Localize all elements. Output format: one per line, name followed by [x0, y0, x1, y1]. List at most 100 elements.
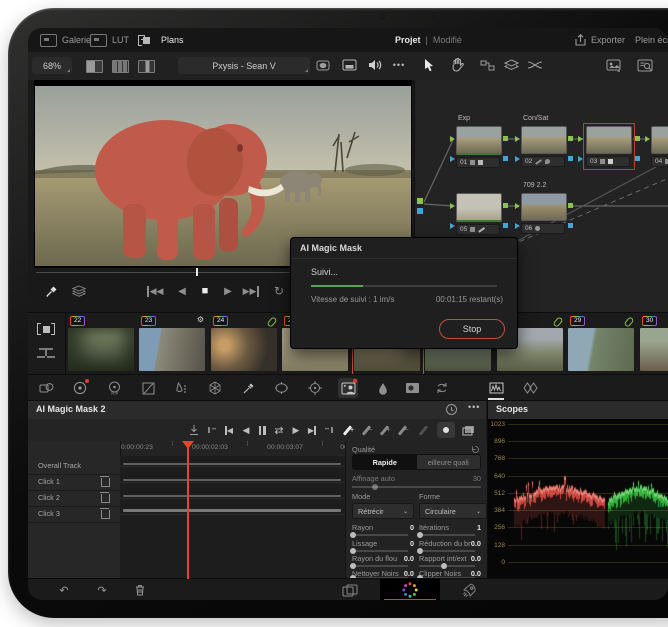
proxy-hd-icon[interactable]: [340, 56, 358, 74]
track-bar-click1[interactable]: [123, 479, 341, 481]
grid-view-icon[interactable]: [112, 60, 129, 73]
single-view-icon[interactable]: [86, 60, 103, 73]
page-color-active[interactable]: [380, 579, 440, 600]
blur-icon[interactable]: [373, 378, 393, 398]
onion-skin-icon[interactable]: [460, 422, 476, 438]
timeline-view-icon[interactable]: [37, 347, 55, 361]
delete-button[interactable]: [130, 581, 150, 599]
param-slider-3[interactable]: [417, 548, 475, 554]
out-point-icon[interactable]: ••: [321, 422, 337, 438]
refine-slider[interactable]: [352, 484, 481, 490]
track-click-2[interactable]: Click 2: [28, 490, 120, 507]
node-05[interactable]: 05: [450, 193, 508, 235]
stop-tracking-button[interactable]: Stop: [439, 319, 505, 339]
panel-more-button[interactable]: •••: [468, 402, 480, 412]
cycle-icon[interactable]: [432, 378, 452, 398]
track-bar-click2[interactable]: [123, 495, 341, 497]
page-deliver[interactable]: [444, 579, 494, 600]
delete-track-3-icon[interactable]: [100, 508, 110, 519]
play-reverse-button2[interactable]: ◀: [238, 422, 254, 438]
clip-22[interactable]: 22: [68, 315, 136, 373]
tab-lut[interactable]: LUT: [90, 28, 129, 52]
param-slider-1[interactable]: [417, 532, 475, 538]
eyedropper-tool[interactable]: [40, 280, 62, 302]
pause-button[interactable]: [254, 422, 270, 438]
layers-icon[interactable]: [502, 56, 520, 74]
cursor-tool[interactable]: [420, 56, 438, 74]
play-forward-button[interactable]: ▶: [288, 422, 304, 438]
curves-icon[interactable]: [138, 378, 158, 398]
play-button[interactable]: ▶: [217, 280, 239, 302]
stroke-add-tool[interactable]: +: [342, 422, 358, 438]
lightbox-search-icon[interactable]: [636, 56, 654, 74]
timeline-lanes[interactable]: [120, 456, 345, 579]
power-window-icon[interactable]: [271, 378, 291, 398]
audio-mute-icon[interactable]: [366, 56, 384, 74]
node-02[interactable]: Con/Sat 02: [515, 115, 573, 167]
more-options-button[interactable]: •••: [390, 56, 408, 74]
stroke-subtract-alt-tool[interactable]: −: [397, 422, 413, 438]
undo-button[interactable]: ↶: [54, 581, 74, 599]
param-slider-2[interactable]: [350, 548, 408, 554]
stills-icon[interactable]: [604, 56, 622, 74]
clips-view-icon[interactable]: [37, 323, 55, 335]
track-click-3[interactable]: Click 3: [28, 506, 120, 523]
hdr-wheels-icon[interactable]: HDR: [104, 378, 124, 398]
waveform-scope[interactable]: 1023 896 768 640 512 384 256 128 0: [488, 419, 668, 579]
mixer-icon[interactable]: [526, 56, 544, 74]
param-slider-0[interactable]: [350, 532, 408, 538]
qualifier-icon[interactable]: [171, 378, 191, 398]
delete-track-1-icon[interactable]: [100, 476, 110, 487]
zoom-level-dropdown[interactable]: 68%: [32, 57, 72, 74]
scopes-toggle-icon[interactable]: [486, 378, 506, 400]
track-click-1[interactable]: Click 1: [28, 474, 120, 491]
playhead-line[interactable]: [187, 441, 189, 579]
first-frame-button[interactable]: ◀◀: [144, 280, 166, 302]
stop-button[interactable]: ■: [194, 280, 216, 302]
node-01[interactable]: Exp 01: [450, 115, 508, 168]
stroke-subtract-tool[interactable]: −: [361, 422, 377, 438]
goto-first-button[interactable]: ◀: [221, 422, 237, 438]
stroke-erase-tool[interactable]: [415, 422, 431, 438]
node-link-icon[interactable]: [478, 56, 496, 74]
shape-dropdown[interactable]: Circulaire ⌄: [419, 503, 487, 519]
image-mask-icon[interactable]: [402, 378, 422, 398]
redo-button[interactable]: ↷: [92, 581, 112, 599]
node-03-selected[interactable]: 03: [578, 123, 640, 170]
clip-24[interactable]: 24: [211, 315, 279, 373]
warper-icon[interactable]: [205, 378, 225, 398]
picker-icon[interactable]: [238, 378, 258, 398]
stroke-add-alt-tool[interactable]: +: [379, 422, 395, 438]
magic-mask-icon[interactable]: [338, 378, 358, 398]
export-button[interactable]: Exporter: [575, 28, 625, 52]
param-slider-5[interactable]: [419, 563, 475, 569]
blend-mode-icon[interactable]: [36, 378, 56, 398]
quality-best-button[interactable]: eilleure quali: [416, 455, 480, 469]
delete-track-2-icon[interactable]: [100, 492, 110, 503]
hand-tool[interactable]: [448, 56, 466, 74]
page-cut[interactable]: [320, 579, 380, 600]
track-bar-click3[interactable]: [123, 509, 341, 512]
mask-overlay-toggle[interactable]: [437, 422, 455, 438]
mode-dropdown[interactable]: Rétrécir ⌄: [352, 503, 414, 519]
playhead-handle[interactable]: [182, 441, 194, 449]
tab-gallery[interactable]: Galerie: [40, 28, 91, 52]
frame-fit-icon[interactable]: [314, 56, 332, 74]
node-06[interactable]: 709 2.2 06: [515, 182, 573, 234]
quality-fast-button[interactable]: Rapide: [353, 455, 417, 469]
tab-clips[interactable]: Plans: [138, 28, 184, 52]
track-overall[interactable]: Overall Track: [28, 458, 120, 475]
play-reverse-button[interactable]: ◀: [171, 280, 193, 302]
keyframes-icon[interactable]: [520, 378, 540, 398]
in-point-icon[interactable]: ••: [204, 422, 220, 438]
scrubber-playhead[interactable]: [196, 268, 198, 276]
clip-30[interactable]: 30: [640, 315, 668, 373]
last-frame-button[interactable]: ▶▶: [240, 280, 262, 302]
param-slider-4[interactable]: [350, 563, 408, 569]
node-04[interactable]: 04: [645, 126, 668, 167]
goto-last-button[interactable]: ▶: [304, 422, 320, 438]
export-track-icon[interactable]: [186, 422, 202, 438]
loop-mode-button[interactable]: ⇄: [271, 422, 287, 438]
clip-title-dropdown[interactable]: Pxysis - Sean V: [178, 57, 310, 74]
wireframe-layers-icon[interactable]: [68, 280, 90, 302]
